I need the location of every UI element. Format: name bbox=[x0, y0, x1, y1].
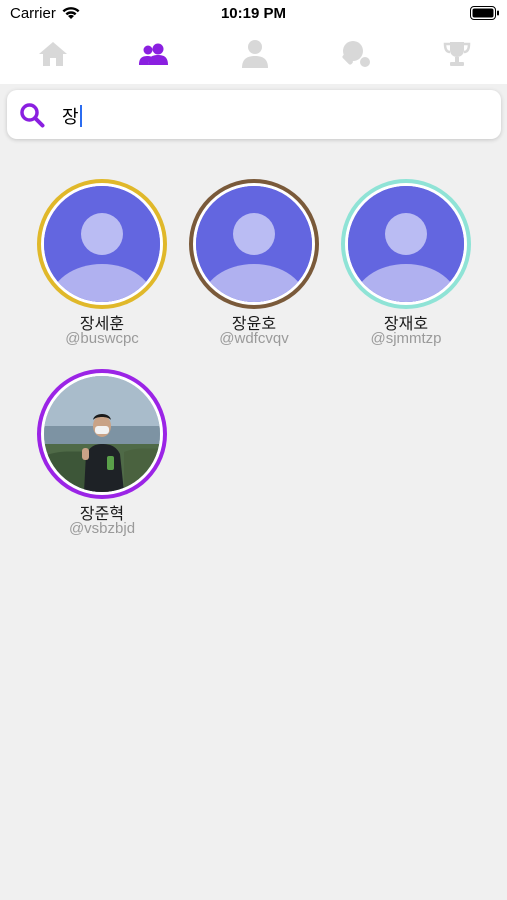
search-query: 장 bbox=[62, 107, 79, 127]
tab-bar bbox=[0, 28, 507, 84]
tab-trophy[interactable] bbox=[406, 36, 507, 76]
text-caret bbox=[79, 105, 82, 127]
battery-icon bbox=[470, 6, 500, 26]
avatar bbox=[37, 179, 167, 309]
avatar bbox=[189, 179, 319, 309]
avatar bbox=[37, 369, 167, 499]
home-icon bbox=[38, 40, 68, 73]
tab-home[interactable] bbox=[2, 36, 103, 76]
profile-photo bbox=[44, 376, 160, 492]
status-bar: Carrier 10:19 PM bbox=[0, 0, 507, 28]
user-card[interactable]: 장준혁 @vsbzbjd bbox=[32, 369, 172, 539]
user-card[interactable]: 장재호 @sjmmtzp bbox=[336, 179, 476, 349]
user-handle: @buswcpc bbox=[65, 330, 139, 347]
search-icon bbox=[19, 102, 45, 133]
search-field-value[interactable]: 장 bbox=[62, 103, 82, 129]
users-icon bbox=[138, 42, 170, 71]
user-card[interactable]: 장윤호 @wdfcvqv bbox=[184, 179, 324, 349]
user-icon bbox=[241, 39, 269, 74]
ping-pong-icon bbox=[340, 39, 372, 74]
user-handle: @vsbzbjd bbox=[68, 520, 136, 537]
trophy-icon bbox=[442, 40, 472, 73]
user-handle: @sjmmtzp bbox=[370, 330, 442, 347]
user-handle: @wdfcvqv bbox=[219, 330, 289, 347]
user-card[interactable]: 장세훈 @buswcpc bbox=[32, 179, 172, 349]
tab-ping-pong[interactable] bbox=[305, 36, 406, 76]
status-time: 10:19 PM bbox=[220, 5, 287, 22]
avatar bbox=[341, 179, 471, 309]
default-avatar-icon bbox=[348, 186, 464, 302]
tab-profile[interactable] bbox=[204, 36, 305, 76]
tab-friends[interactable] bbox=[103, 36, 204, 76]
default-avatar-icon bbox=[196, 186, 312, 302]
default-avatar-icon bbox=[44, 186, 160, 302]
search-input[interactable]: 장 bbox=[7, 90, 501, 139]
